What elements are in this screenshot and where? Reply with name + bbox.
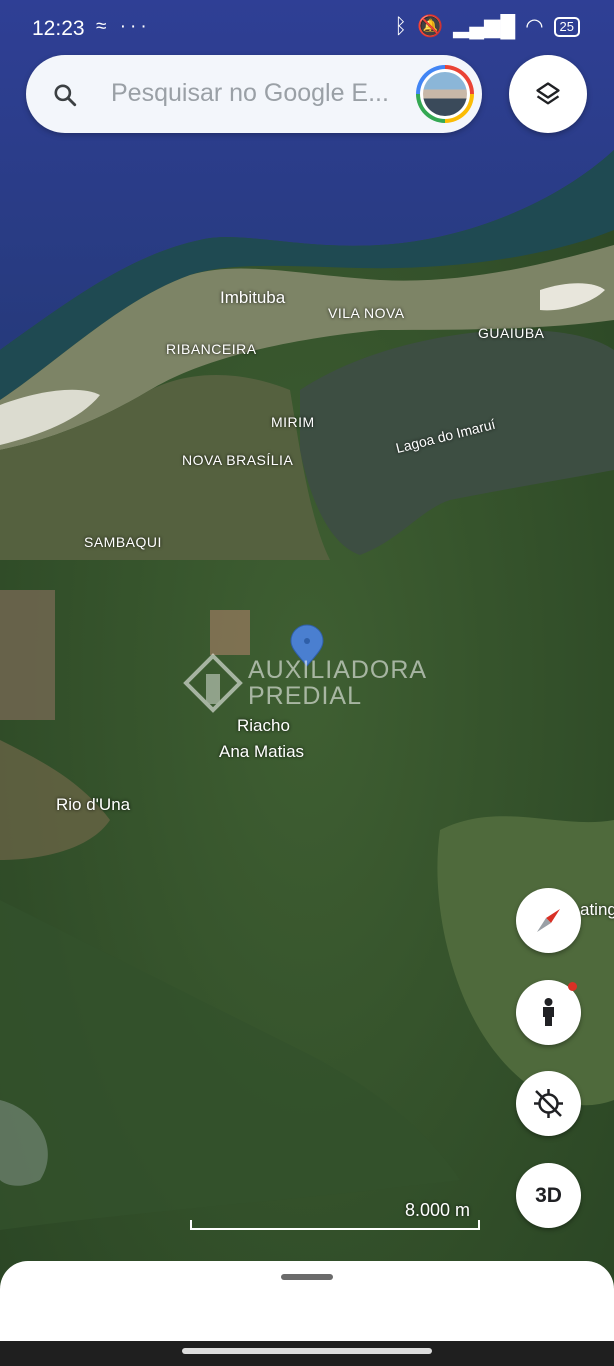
map-label-rio-duna[interactable]: Rio d'Una [56,795,130,815]
map-label-vila-nova[interactable]: VILA NOVA [328,305,405,321]
3d-toggle-button[interactable]: 3D [516,1163,581,1228]
battery-icon: 25 [553,16,580,37]
watermark-logo-icon [183,653,243,713]
system-nav-bar [0,1341,614,1366]
map-label-riacho[interactable]: Riacho [237,716,290,736]
search-input[interactable]: Pesquisar no Google E... [111,79,401,108]
map-label-nova-brasilia[interactable]: NOVA BRASÍLIA [182,452,293,468]
compass-button[interactable] [516,888,581,953]
bluetooth-icon: ᛒ [394,14,407,38]
home-gesture-bar[interactable] [182,1348,432,1354]
avatar[interactable] [416,65,474,123]
drag-handle[interactable] [281,1274,333,1280]
street-view-button[interactable] [516,980,581,1045]
map-label-ana-matias[interactable]: Ana Matias [219,742,304,762]
map-label-edge[interactable]: ating [580,900,614,920]
my-location-button[interactable] [516,1071,581,1136]
clock: 12:23 [32,17,85,40]
layers-icon [536,82,560,105]
bottom-sheet[interactable] [0,1261,614,1341]
profile-photo [423,72,467,116]
scale-line [190,1220,480,1230]
wifi-icon: ◠ [525,15,544,38]
status-bar: 12:23 ≈ ··· ᛒ 🔕 ▂▄▆█ ◠ 25 [0,0,614,58]
pegman-icon [543,998,554,1026]
3d-label: 3D [535,1184,562,1207]
scale-label: 8.000 m [404,1200,470,1220]
notification-dot [568,982,577,991]
mute-icon: 🔕 [416,14,444,38]
compass-icon [537,909,560,932]
scale-bar: 8.000 m [190,1200,480,1230]
watermark-line-1: AUXILIADORA [248,656,428,684]
signal-icon: ▂▄▆█ [453,15,516,38]
status-icons: ᛒ 🔕 ▂▄▆█ ◠ 25 [394,14,580,39]
watermark: AUXILIADORA PREDIAL [182,652,432,714]
map-label-sambaqui[interactable]: SAMBAQUI [84,534,162,550]
search-icon [54,84,77,107]
location-off-icon [534,1089,563,1118]
map-label-guaiuba[interactable]: GUAIUBA [478,325,545,341]
map-label-imbituba[interactable]: Imbituba [220,288,285,308]
map-label-mirim[interactable]: MIRIM [271,414,315,430]
search-bar[interactable]: Pesquisar no Google E... [26,55,482,133]
map-label-ribanceira[interactable]: RIBANCEIRA [166,341,257,357]
notification-icons: ≈ ··· [96,16,151,37]
layers-button[interactable] [509,55,587,133]
watermark-line-2: PREDIAL [248,682,362,710]
